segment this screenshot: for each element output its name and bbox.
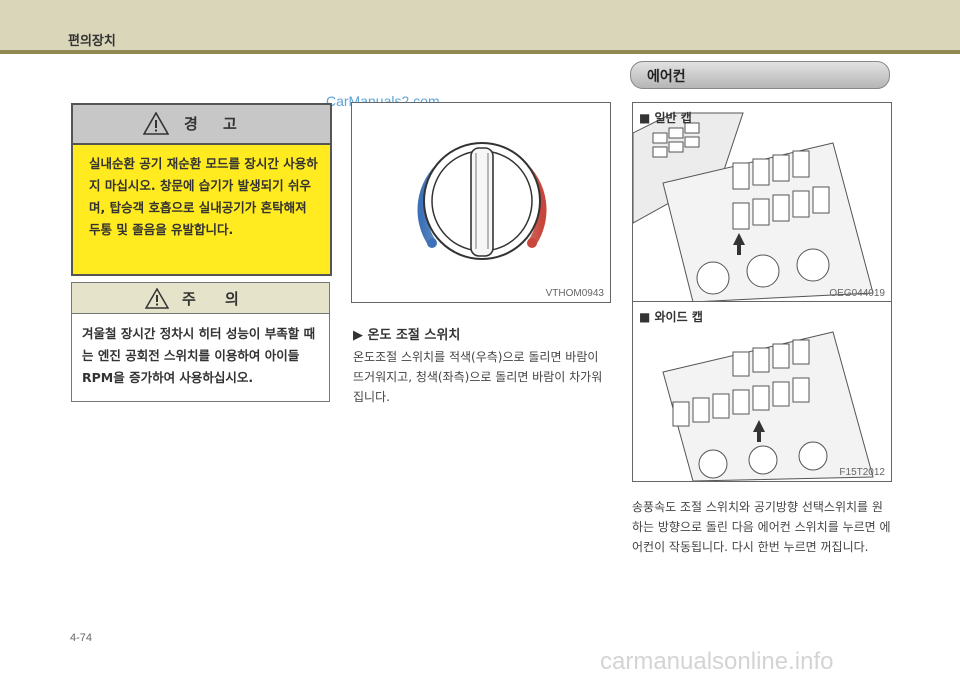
section-title: 편의장치 xyxy=(68,34,116,49)
figure-code: OEG044019 xyxy=(829,288,885,299)
warning-triangle-icon xyxy=(143,112,169,135)
temperature-switch-text: 온도조절 스위치를 적색(우측)으로 돌리면 바람이 뜨거워지고, 청색(좌측)… xyxy=(353,350,603,404)
aircon-title: 에어컨 xyxy=(647,69,686,85)
figure-code: F15T2012 xyxy=(839,467,885,478)
temperature-knob-figure: VTHOM0943 xyxy=(351,102,611,303)
wide-cab-figure: ■ 와이드 캡 F15T2012 xyxy=(632,301,892,482)
footer-watermark: carmanualsonline.info xyxy=(600,648,834,675)
caution-title: 주 의 xyxy=(182,290,251,308)
warning-box: 경 고 실내순환 공기 재순환 모드를 장시간 사용하지 마십시오. 창문에 습… xyxy=(71,103,332,276)
caution-triangle-icon xyxy=(145,288,169,309)
top-bar xyxy=(0,0,960,54)
figure-code: VTHOM0943 xyxy=(545,288,604,299)
warning-header: 경 고 xyxy=(73,105,330,145)
aircon-section-header: 에어컨 xyxy=(630,61,890,89)
caution-box: 주 의 겨울철 장시간 정차시 히터 성능이 부족할 때는 엔진 공회전 스위치… xyxy=(71,282,330,402)
aircon-text: 송풍속도 조절 스위치와 공기방향 선택스위치를 원하는 방향으로 돌린 다음 … xyxy=(632,500,891,554)
caution-header: 주 의 xyxy=(72,283,329,314)
wide-cab-label: ■ 와이드 캡 xyxy=(639,310,703,324)
page-number: 4-74 xyxy=(70,632,93,644)
temperature-knob-illustration xyxy=(417,142,547,260)
standard-cab-label: ■ 일반 캡 xyxy=(639,111,692,125)
top-bar-stripe xyxy=(0,50,960,54)
standard-cab-figure: ■ 일반 캡 OEG044019 xyxy=(632,102,892,303)
standard-cab-panel-illustration xyxy=(633,112,874,302)
warning-title: 경 고 xyxy=(184,115,247,133)
caution-text: 겨울철 장시간 정차시 히터 성능이 부족할 때는 엔진 공회전 스위치를 이용… xyxy=(82,326,316,385)
temperature-switch-heading: ▶ 온도 조절 스위치 xyxy=(353,328,461,343)
warning-text: 실내순환 공기 재순환 모드를 장시간 사용하지 마십시오. 창문에 습기가 발… xyxy=(89,156,318,237)
wide-cab-panel-illustration xyxy=(662,331,874,481)
